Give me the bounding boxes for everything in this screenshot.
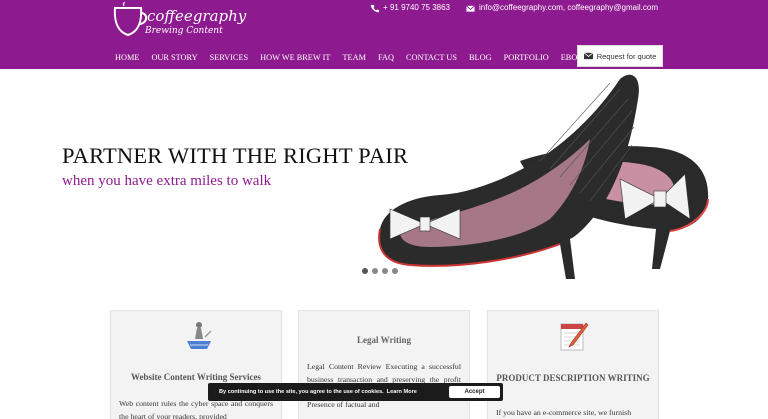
nav-item-our-story[interactable]: OUR STORY [145, 53, 203, 63]
envelope-icon [583, 52, 593, 60]
slider-dots [362, 268, 398, 274]
phone-number[interactable]: + 91 9740 75 3863 [383, 3, 450, 13]
cookie-message: By continuing to use the site, you agree… [219, 389, 384, 395]
card-body: Web content rules the cyber space and co… [119, 399, 273, 419]
service-card-legal-writing[interactable]: Legal Writing Legal Content Review Execu… [298, 310, 470, 419]
nav-item-team[interactable]: TEAM [336, 53, 372, 63]
writer-at-desk-icon [187, 322, 212, 349]
slider-dot-4[interactable] [392, 268, 398, 274]
hero-title: PARTNER WITH THE RIGHT PAIR [62, 143, 409, 168]
card-title: Legal Writing [357, 335, 411, 345]
hero-slider: PARTNER WITH THE RIGHT PAIR when you hav… [0, 69, 768, 290]
learn-more-link[interactable]: Learn More [387, 389, 417, 395]
slider-dot-2[interactable] [372, 268, 378, 274]
card-body: If you have an e-commerce site, we furni… [496, 408, 632, 417]
slider-dot-3[interactable] [382, 268, 388, 274]
nav-item-portfolio[interactable]: PORTFOLIO [498, 53, 555, 63]
email-addresses[interactable]: info@coffeegraphy.com, coffeegraphy@gmai… [479, 3, 658, 13]
cookie-consent-bar: By continuing to use the site, you agree… [208, 383, 503, 401]
site-header: coffeegraphy Brewing Content + 91 9740 7… [0, 0, 768, 69]
nav-item-blog[interactable]: BLOG [463, 53, 498, 63]
service-card-website-content[interactable]: Website Content Writing Services Web con… [110, 310, 282, 419]
nav-item-faq[interactable]: FAQ [372, 53, 400, 63]
notepad-pencil-icon [560, 322, 589, 351]
brand-tagline: Brewing Content [145, 26, 223, 36]
nav-item-services[interactable]: SERVICES [204, 53, 255, 63]
hero-subtitle: when you have extra miles to walk [62, 173, 272, 189]
contact-info: + 91 9740 75 3863 info@coffeegraphy.com,… [370, 3, 658, 13]
request-quote-button[interactable]: Request for quote [577, 45, 663, 67]
request-quote-label: Request for quote [596, 51, 657, 61]
phone-icon [370, 4, 380, 12]
card-title: PRODUCT DESCRIPTION WRITING [496, 373, 650, 383]
nav-item-home[interactable]: HOME [115, 53, 145, 63]
slider-dot-1[interactable] [362, 268, 368, 274]
nav-item-how-we-brew-it[interactable]: HOW WE BREW IT [254, 53, 336, 63]
envelope-icon [466, 4, 475, 12]
brand-name[interactable]: coffeegraphy [147, 9, 246, 24]
service-card-product-description[interactable]: PRODUCT DESCRIPTION WRITING If you have … [487, 310, 659, 419]
main-nav: HOME OUR STORY SERVICES HOW WE BREW IT T… [115, 53, 600, 63]
card-title: Website Content Writing Services [131, 372, 261, 382]
high-heel-shoes-image [378, 74, 709, 279]
accept-cookies-button[interactable]: Accept [449, 386, 500, 398]
nav-item-contact-us[interactable]: CONTACT US [400, 53, 463, 63]
